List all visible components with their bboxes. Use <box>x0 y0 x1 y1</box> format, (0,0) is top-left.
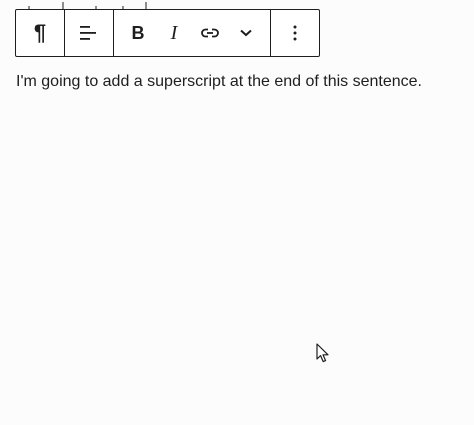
bold-button[interactable]: B <box>120 10 156 56</box>
block-toolbar: ¶ B I <box>15 9 320 57</box>
options-button[interactable] <box>271 10 319 56</box>
bold-icon: B <box>131 22 145 43</box>
chevron-down-icon <box>240 29 252 37</box>
paragraph-block[interactable]: I'm going to add a superscript at the en… <box>16 72 422 92</box>
italic-icon: I <box>170 21 178 44</box>
align-button[interactable] <box>65 10 113 56</box>
align-left-icon <box>80 26 96 40</box>
italic-button[interactable]: I <box>156 10 192 56</box>
link-icon <box>201 28 219 38</box>
block-type-group: ¶ <box>16 10 65 56</box>
formatting-group: B I <box>114 10 271 56</box>
link-button[interactable] <box>192 10 228 56</box>
more-formatting-button[interactable] <box>228 10 264 56</box>
pilcrow-icon: ¶ <box>33 20 47 45</box>
mouse-pointer-icon <box>316 343 329 363</box>
options-group <box>271 10 319 56</box>
vertical-ellipsis-icon <box>293 25 297 41</box>
alignment-group <box>65 10 114 56</box>
paragraph-block-button[interactable]: ¶ <box>16 10 64 56</box>
